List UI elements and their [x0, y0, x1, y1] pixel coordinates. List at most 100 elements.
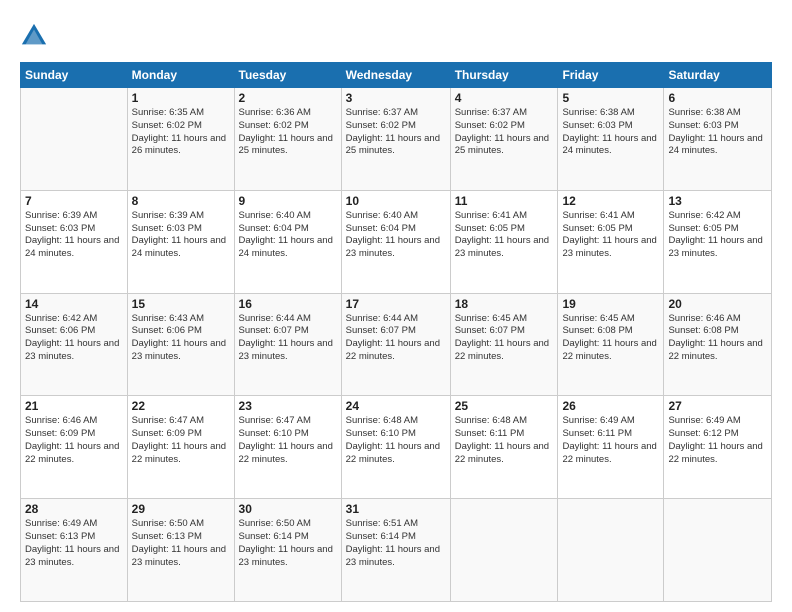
calendar-cell — [664, 499, 772, 602]
day-number: 24 — [346, 399, 446, 413]
day-number: 1 — [132, 91, 230, 105]
day-info: Sunrise: 6:48 AM Sunset: 6:11 PM Dayligh… — [455, 415, 554, 466]
calendar-cell: 4Sunrise: 6:37 AM Sunset: 6:02 PM Daylig… — [450, 88, 558, 191]
day-number: 20 — [668, 297, 767, 311]
calendar-cell: 30Sunrise: 6:50 AM Sunset: 6:14 PM Dayli… — [234, 499, 341, 602]
calendar-cell: 19Sunrise: 6:45 AM Sunset: 6:08 PM Dayli… — [558, 293, 664, 396]
day-info: Sunrise: 6:40 AM Sunset: 6:04 PM Dayligh… — [239, 210, 337, 261]
day-info: Sunrise: 6:49 AM Sunset: 6:13 PM Dayligh… — [25, 518, 123, 569]
calendar-week-3: 14 Sunrise: 6:42 AM Sunset: 6:06 PM Dayli… — [21, 293, 772, 396]
calendar-cell: 2Sunrise: 6:36 AM Sunset: 6:02 PM Daylig… — [234, 88, 341, 191]
day-info: Sunrise: 6:49 AM Sunset: 6:12 PM Dayligh… — [668, 415, 767, 466]
calendar-cell: 7 Sunrise: 6:39 AM Sunset: 6:03 PM Daylig… — [21, 190, 128, 293]
day-number: 21 — [25, 399, 123, 413]
day-number: 11 — [455, 194, 554, 208]
calendar-cell: 16Sunrise: 6:44 AM Sunset: 6:07 PM Dayli… — [234, 293, 341, 396]
calendar-week-5: 28 Sunrise: 6:49 AM Sunset: 6:13 PM Dayli… — [21, 499, 772, 602]
day-number: 28 — [25, 502, 123, 516]
day-info: Sunrise: 6:42 AM Sunset: 6:05 PM Dayligh… — [668, 210, 767, 261]
calendar-week-2: 7 Sunrise: 6:39 AM Sunset: 6:03 PM Daylig… — [21, 190, 772, 293]
day-info: Sunrise: 6:48 AM Sunset: 6:10 PM Dayligh… — [346, 415, 446, 466]
day-info: Sunrise: 6:47 AM Sunset: 6:10 PM Dayligh… — [239, 415, 337, 466]
day-number: 26 — [562, 399, 659, 413]
logo-icon — [20, 22, 48, 50]
day-number: 25 — [455, 399, 554, 413]
calendar-cell: 20 Sunrise: 6:46 AM Sunset: 6:08 PM Dayli… — [664, 293, 772, 396]
day-number: 4 — [455, 91, 554, 105]
day-info: Sunrise: 6:51 AM Sunset: 6:14 PM Dayligh… — [346, 518, 446, 569]
calendar-header: SundayMondayTuesdayWednesdayThursdayFrid… — [21, 63, 772, 88]
calendar-cell: 6 Sunrise: 6:38 AM Sunset: 6:03 PM Daylig… — [664, 88, 772, 191]
calendar-cell: 12 Sunrise: 6:41 AM Sunset: 6:05 PM Dayli… — [558, 190, 664, 293]
calendar-cell: 21 Sunrise: 6:46 AM Sunset: 6:09 PM Dayli… — [21, 396, 128, 499]
header-cell-thursday: Thursday — [450, 63, 558, 88]
day-number: 9 — [239, 194, 337, 208]
day-number: 6 — [668, 91, 767, 105]
calendar-cell: 15Sunrise: 6:43 AM Sunset: 6:06 PM Dayli… — [127, 293, 234, 396]
header-row: SundayMondayTuesdayWednesdayThursdayFrid… — [21, 63, 772, 88]
calendar-cell: 26 Sunrise: 6:49 AM Sunset: 6:11 PM Dayli… — [558, 396, 664, 499]
day-info: Sunrise: 6:42 AM Sunset: 6:06 PM Dayligh… — [25, 313, 123, 364]
day-number: 29 — [132, 502, 230, 516]
header — [20, 18, 772, 50]
day-info: Sunrise: 6:38 AM Sunset: 6:03 PM Dayligh… — [562, 107, 659, 158]
calendar-cell — [21, 88, 128, 191]
calendar-cell: 29 Sunrise: 6:50 AM Sunset: 6:13 PM Dayli… — [127, 499, 234, 602]
day-number: 16 — [239, 297, 337, 311]
day-info: Sunrise: 6:35 AM Sunset: 6:02 PM Dayligh… — [132, 107, 230, 158]
day-info: Sunrise: 6:40 AM Sunset: 6:04 PM Dayligh… — [346, 210, 446, 261]
calendar-cell: 1 Sunrise: 6:35 AM Sunset: 6:02 PM Daylig… — [127, 88, 234, 191]
day-number: 7 — [25, 194, 123, 208]
calendar-cell: 24 Sunrise: 6:48 AM Sunset: 6:10 PM Dayli… — [341, 396, 450, 499]
day-number: 10 — [346, 194, 446, 208]
calendar-cell: 9 Sunrise: 6:40 AM Sunset: 6:04 PM Daylig… — [234, 190, 341, 293]
day-number: 5 — [562, 91, 659, 105]
day-number: 31 — [346, 502, 446, 516]
calendar-cell: 11 Sunrise: 6:41 AM Sunset: 6:05 PM Dayli… — [450, 190, 558, 293]
calendar-cell: 3 Sunrise: 6:37 AM Sunset: 6:02 PM Daylig… — [341, 88, 450, 191]
calendar-body: 1 Sunrise: 6:35 AM Sunset: 6:02 PM Daylig… — [21, 88, 772, 602]
header-cell-wednesday: Wednesday — [341, 63, 450, 88]
calendar-cell: 27 Sunrise: 6:49 AM Sunset: 6:12 PM Dayli… — [664, 396, 772, 499]
day-info: Sunrise: 6:39 AM Sunset: 6:03 PM Dayligh… — [25, 210, 123, 261]
day-number: 30 — [239, 502, 337, 516]
day-info: Sunrise: 6:46 AM Sunset: 6:08 PM Dayligh… — [668, 313, 767, 364]
calendar-cell: 23 Sunrise: 6:47 AM Sunset: 6:10 PM Dayli… — [234, 396, 341, 499]
calendar-cell: 31 Sunrise: 6:51 AM Sunset: 6:14 PM Dayli… — [341, 499, 450, 602]
day-number: 3 — [346, 91, 446, 105]
day-number: 14 — [25, 297, 123, 311]
day-number: 23 — [239, 399, 337, 413]
calendar-cell: 18Sunrise: 6:45 AM Sunset: 6:07 PM Dayli… — [450, 293, 558, 396]
day-number: 22 — [132, 399, 230, 413]
calendar-cell: 28 Sunrise: 6:49 AM Sunset: 6:13 PM Dayli… — [21, 499, 128, 602]
day-info: Sunrise: 6:49 AM Sunset: 6:11 PM Dayligh… — [562, 415, 659, 466]
day-info: Sunrise: 6:44 AM Sunset: 6:07 PM Dayligh… — [346, 313, 446, 364]
header-cell-sunday: Sunday — [21, 63, 128, 88]
day-info: Sunrise: 6:38 AM Sunset: 6:03 PM Dayligh… — [668, 107, 767, 158]
calendar-cell — [450, 499, 558, 602]
day-number: 8 — [132, 194, 230, 208]
calendar-cell: 25 Sunrise: 6:48 AM Sunset: 6:11 PM Dayli… — [450, 396, 558, 499]
calendar-cell: 13Sunrise: 6:42 AM Sunset: 6:05 PM Dayli… — [664, 190, 772, 293]
day-number: 12 — [562, 194, 659, 208]
calendar-cell: 17 Sunrise: 6:44 AM Sunset: 6:07 PM Dayli… — [341, 293, 450, 396]
calendar-cell: 22Sunrise: 6:47 AM Sunset: 6:09 PM Dayli… — [127, 396, 234, 499]
header-cell-saturday: Saturday — [664, 63, 772, 88]
day-info: Sunrise: 6:41 AM Sunset: 6:05 PM Dayligh… — [455, 210, 554, 261]
calendar-cell: 5 Sunrise: 6:38 AM Sunset: 6:03 PM Daylig… — [558, 88, 664, 191]
calendar-cell: 14 Sunrise: 6:42 AM Sunset: 6:06 PM Dayli… — [21, 293, 128, 396]
calendar-cell — [558, 499, 664, 602]
calendar-table: SundayMondayTuesdayWednesdayThursdayFrid… — [20, 62, 772, 602]
day-info: Sunrise: 6:46 AM Sunset: 6:09 PM Dayligh… — [25, 415, 123, 466]
day-info: Sunrise: 6:43 AM Sunset: 6:06 PM Dayligh… — [132, 313, 230, 364]
calendar-week-1: 1 Sunrise: 6:35 AM Sunset: 6:02 PM Daylig… — [21, 88, 772, 191]
day-number: 27 — [668, 399, 767, 413]
calendar-week-4: 21 Sunrise: 6:46 AM Sunset: 6:09 PM Dayli… — [21, 396, 772, 499]
header-cell-monday: Monday — [127, 63, 234, 88]
day-info: Sunrise: 6:37 AM Sunset: 6:02 PM Dayligh… — [346, 107, 446, 158]
day-info: Sunrise: 6:50 AM Sunset: 6:13 PM Dayligh… — [132, 518, 230, 569]
page: SundayMondayTuesdayWednesdayThursdayFrid… — [0, 0, 792, 612]
day-info: Sunrise: 6:39 AM Sunset: 6:03 PM Dayligh… — [132, 210, 230, 261]
day-number: 17 — [346, 297, 446, 311]
day-info: Sunrise: 6:41 AM Sunset: 6:05 PM Dayligh… — [562, 210, 659, 261]
